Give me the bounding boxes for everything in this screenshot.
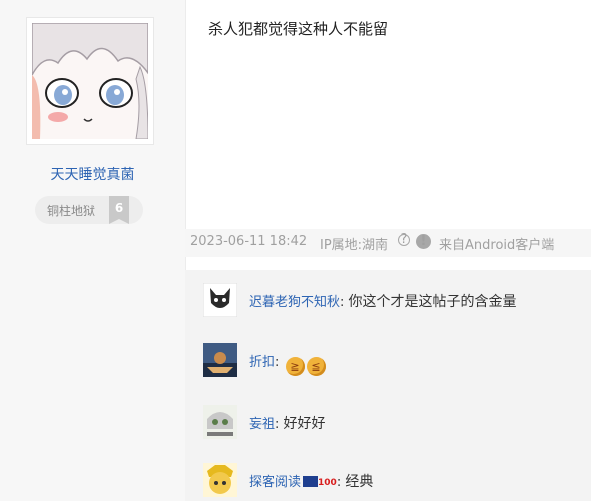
commenter-avatar[interactable] [203, 343, 237, 377]
author-avatar-image [32, 23, 148, 139]
level-title: 铜柱地狱 [47, 204, 96, 218]
commenter-name[interactable]: 折扣 [249, 355, 275, 370]
post-meta-bar: 2023-06-11 18:42 IP属地:湖南 ? ! 来自Android客户… [185, 229, 591, 257]
post-source: 来自Android客户端 [439, 238, 555, 253]
level-badge[interactable]: 铜柱地狱 6 [35, 196, 143, 224]
help-icon[interactable]: ? [398, 233, 410, 246]
post-time: 2023-06-11 18:42 [190, 234, 308, 249]
commenter-name[interactable]: 妄祖 [249, 417, 275, 432]
author-name-link[interactable]: 天天睡觉真菌 [0, 164, 185, 184]
comment-list: 迟暮老狗不知秋: 你这个才是这帖子的含金量 折扣: ≧ ≦ 妄祖: 好好好 探客… [185, 270, 591, 501]
author-panel: 天天睡觉真菌 铜柱地狱 6 [0, 0, 186, 501]
comment-text: 经典 [345, 474, 374, 490]
commenter-name[interactable]: 探客阅读 [249, 475, 301, 490]
commenter-avatar[interactable] [203, 283, 237, 317]
author-avatar[interactable] [26, 17, 154, 145]
comment-separator: : [275, 355, 284, 370]
commenter-avatar[interactable] [203, 405, 237, 439]
comment-text: 你这个才是这帖子的含金量 [348, 294, 517, 310]
laughing-emoji-icon: ≧ [285, 357, 305, 376]
report-icon[interactable]: ! [416, 234, 431, 249]
comment-separator: : [340, 295, 349, 310]
laughing-emoji-icon: ≦ [306, 357, 326, 376]
comment-separator: : [275, 417, 284, 432]
post-content: 杀人犯都觉得这种人不能留 [208, 20, 389, 38]
comment-text: 好好好 [283, 416, 326, 432]
commenter-avatar[interactable] [203, 463, 237, 497]
level-number: 6 [109, 196, 129, 224]
blue-badge-icon [303, 476, 319, 487]
commenter-name[interactable]: 迟暮老狗不知秋 [249, 295, 340, 310]
hundred-points-icon: 100 [318, 478, 337, 488]
ip-location: IP属地:湖南 [320, 238, 389, 253]
